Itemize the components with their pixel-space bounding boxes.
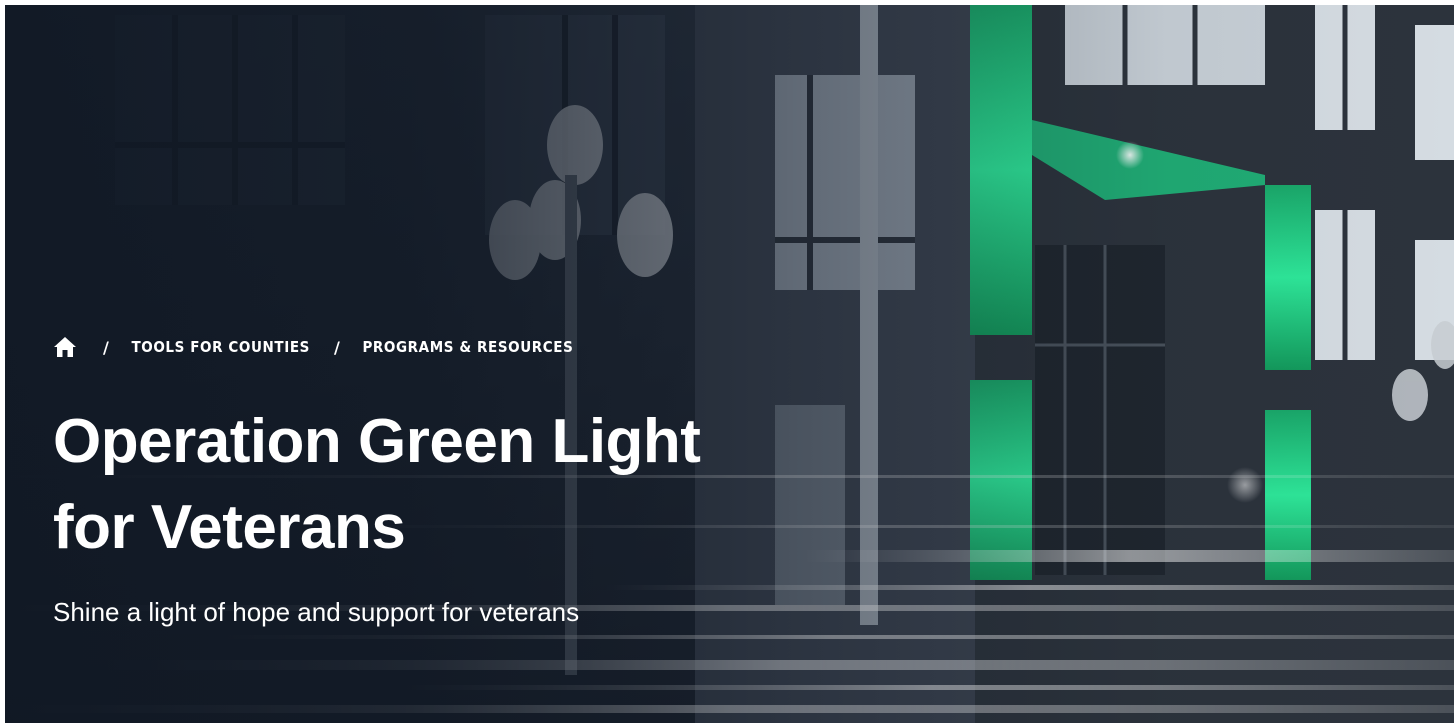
breadcrumb-separator: / (103, 337, 110, 357)
home-icon (54, 337, 76, 357)
breadcrumb-home-link[interactable] (53, 334, 79, 360)
hero-banner: / TOOLS FOR COUNTIES / PROGRAMS & RESOUR… (5, 5, 1454, 723)
page-title-line-1: Operation Green Light (53, 407, 701, 476)
page-title: Operation Green Light for Veterans (53, 399, 813, 571)
page-subtitle: Shine a light of hope and support for ve… (53, 597, 580, 627)
breadcrumb-link-tools-for-counties[interactable]: TOOLS FOR COUNTIES (131, 338, 310, 356)
breadcrumb: / TOOLS FOR COUNTIES / PROGRAMS & RESOUR… (53, 333, 573, 361)
page-title-line-2: for Veterans (53, 493, 406, 562)
breadcrumb-link-programs-resources[interactable]: PROGRAMS & RESOURCES (362, 338, 573, 356)
breadcrumb-separator: / (333, 337, 341, 357)
